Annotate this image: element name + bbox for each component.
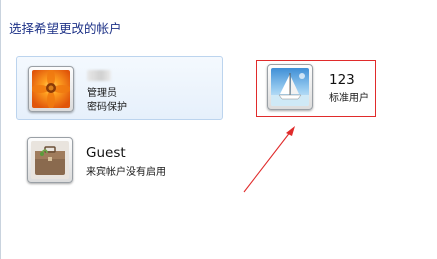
annotation-highlight-box <box>256 60 376 117</box>
redacted-username <box>87 70 111 81</box>
account-picker-panel: 选择希望更改的帐户 管理员 密码保护 123 标准用户 Guest 来宾帐户没有… <box>0 0 437 259</box>
orange-flower-avatar-icon <box>32 70 70 108</box>
account-tile-guest[interactable]: Guest 来宾帐户没有启用 <box>16 130 223 194</box>
briefcase-avatar-icon <box>31 141 69 179</box>
account-name: Guest <box>86 145 126 161</box>
account-password-status: 密码保护 <box>87 102 127 113</box>
account-type-label: 管理员 <box>87 88 117 99</box>
account-tile-administrator[interactable]: 管理员 密码保护 <box>16 56 223 120</box>
page-title: 选择希望更改的帐户 <box>9 21 122 36</box>
avatar-frame <box>28 66 74 112</box>
avatar-frame <box>27 137 73 183</box>
account-status-label: 来宾帐户没有启用 <box>86 167 166 178</box>
